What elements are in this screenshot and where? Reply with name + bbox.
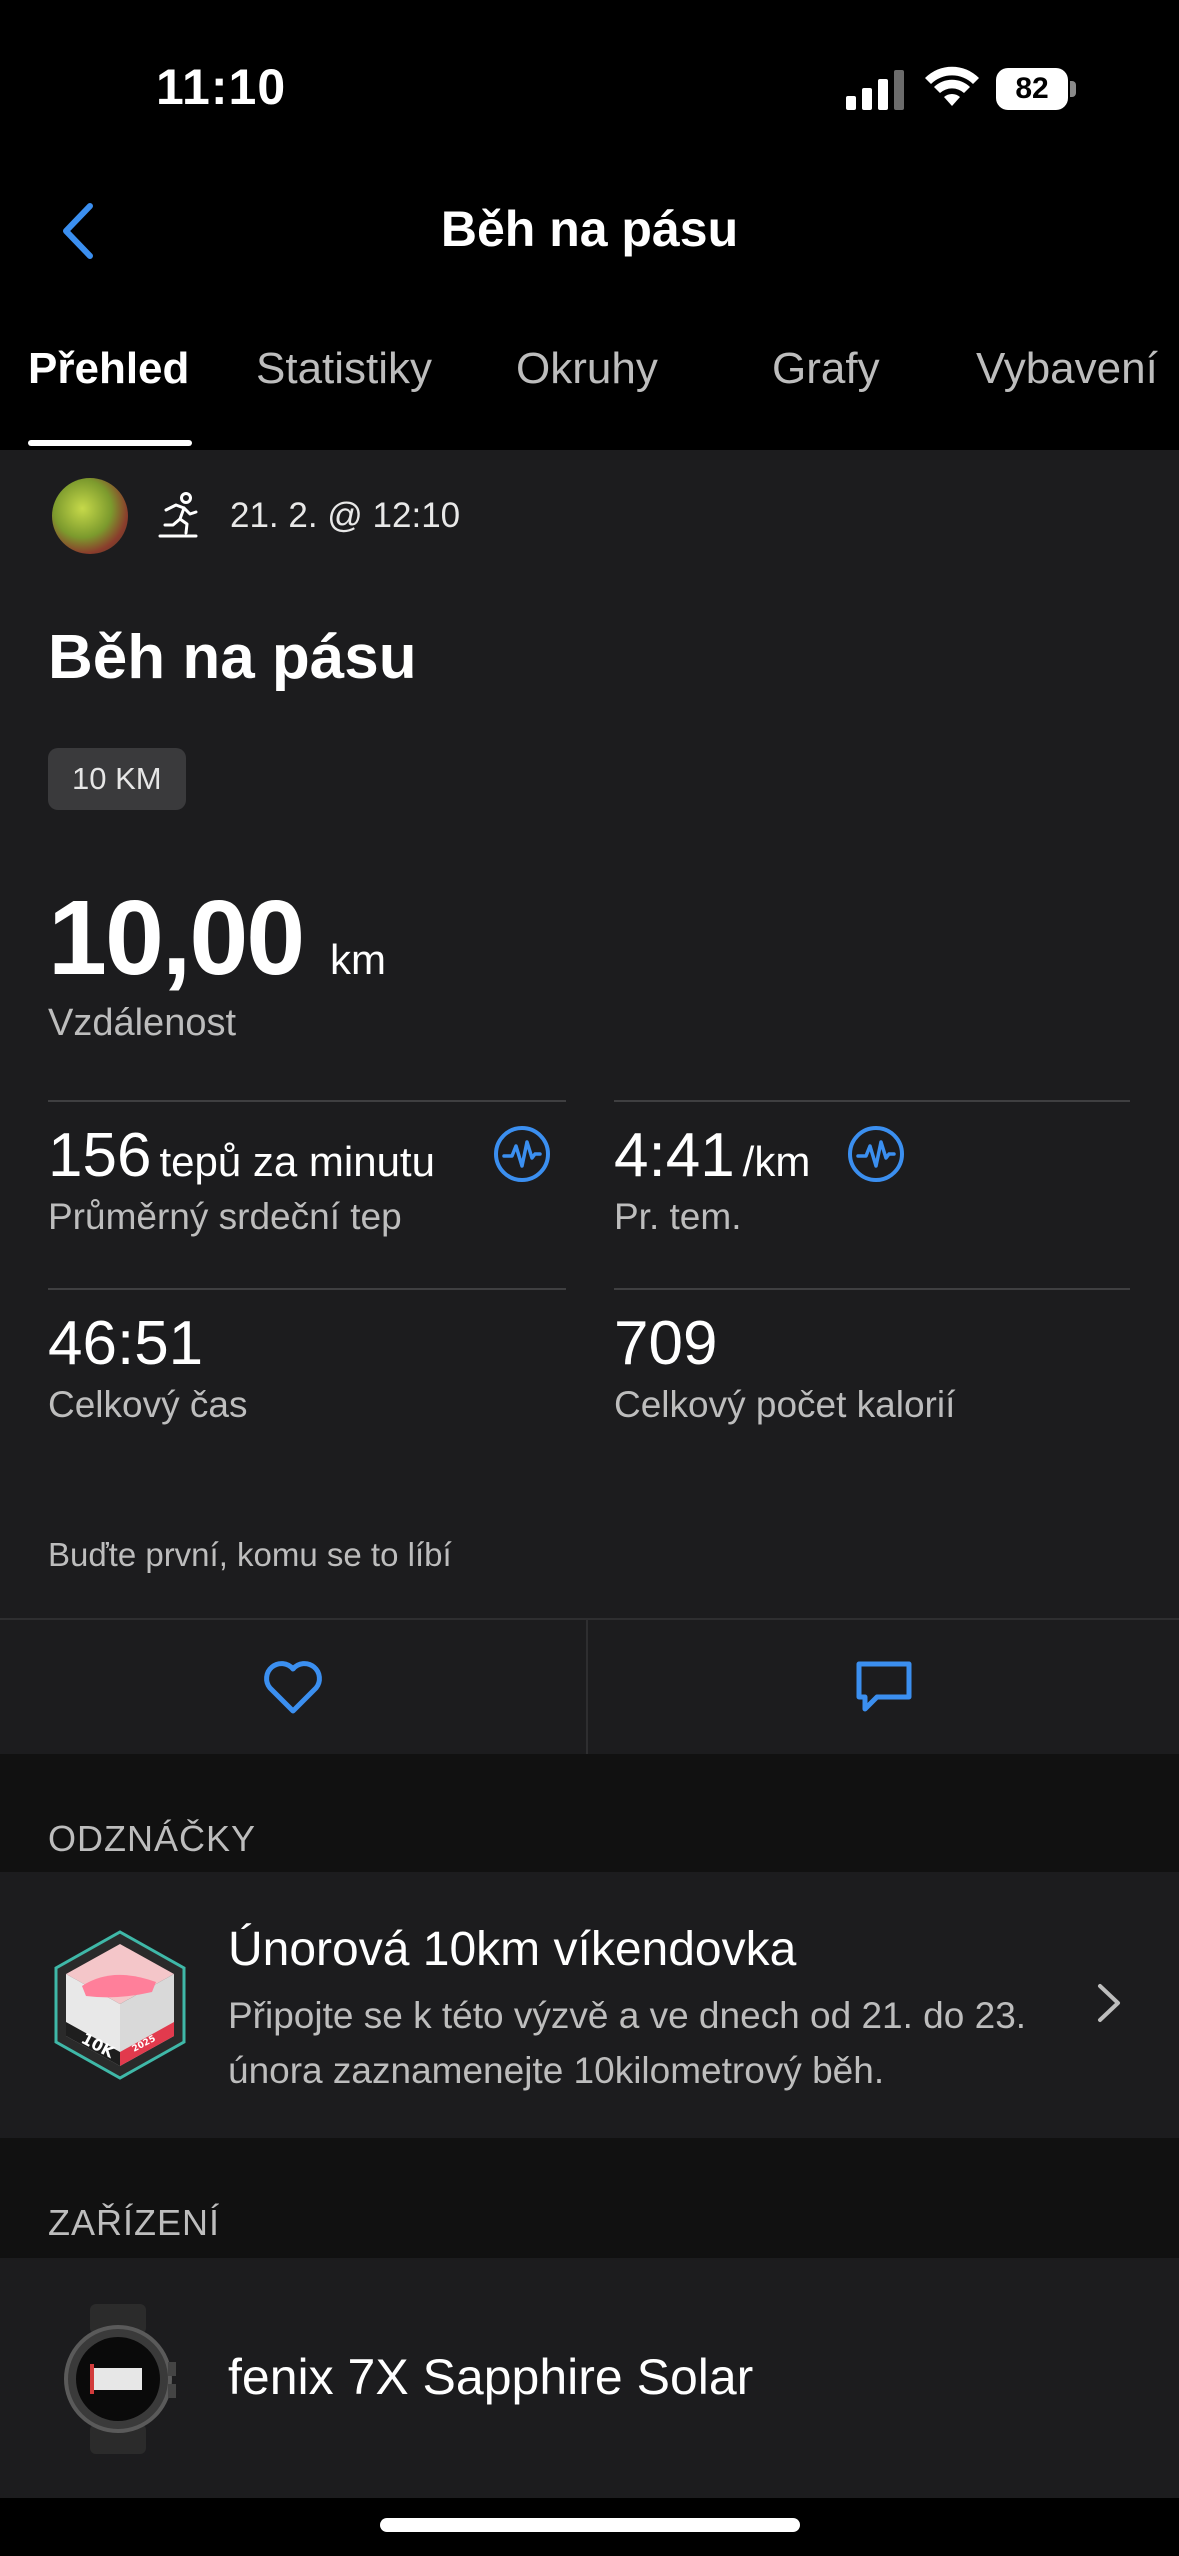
divider (614, 1100, 1130, 1102)
distance-label: Vzdálenost (48, 1002, 237, 1044)
badges-section-header-bg: ODZNÁČKY (0, 1754, 1179, 1872)
tab-graphs[interactable]: Grafy (772, 344, 880, 394)
pace-graph-icon[interactable] (846, 1124, 906, 1184)
badges-section-header: ODZNÁČKY (48, 1818, 257, 1859)
device-list-item[interactable]: fenix 7X Sapphire Solar (0, 2258, 1179, 2498)
like-button[interactable] (0, 1620, 588, 1754)
activity-date: 21. 2. @ 12:10 (230, 496, 461, 535)
watch-icon (64, 2304, 176, 2454)
distance-unit: km (330, 936, 386, 983)
divider (48, 1100, 566, 1102)
nav-header: Běh na pásu (0, 170, 1179, 300)
status-time: 11:10 (156, 59, 287, 115)
comment-button[interactable] (590, 1620, 1178, 1754)
comment-icon (856, 1661, 912, 1712)
heart-rate-value: 156 (48, 1121, 152, 1190)
total-time-label: Celkový čas (48, 1384, 248, 1425)
heart-rate-unit: tepů za minutu (159, 1138, 435, 1185)
activity-title: Běh na pásu (48, 623, 417, 692)
total-time-value: 46:51 (48, 1309, 204, 1378)
home-indicator[interactable] (380, 2518, 800, 2532)
devices-section-header: ZAŘÍZENÍ (48, 2202, 221, 2243)
cellular-signal-icon (846, 70, 904, 110)
action-bar (0, 1618, 1179, 1754)
tab-overview[interactable]: Přehled (28, 344, 189, 394)
pace-value: 4:41 (614, 1121, 735, 1190)
pace-unit: /km (742, 1138, 811, 1185)
device-name: fenix 7X Sapphire Solar (228, 2349, 754, 2405)
heart-rate-graph-icon[interactable] (492, 1124, 552, 1184)
battery-level: 82 (1015, 72, 1049, 105)
badge-title: Únorová 10km víkendovka (228, 1923, 797, 1976)
wifi-icon (925, 66, 979, 106)
tab-bar: Přehled Statistiky Okruhy Grafy Vybavení (0, 300, 1179, 450)
badge-description: Připojte se k této výzvě a ve dnech od 2… (228, 1995, 1027, 2091)
avatar[interactable] (52, 478, 128, 554)
heart-rate-label: Průměrný srdeční tep (48, 1196, 402, 1237)
divider (48, 1288, 566, 1290)
distance-tag: 10 KM (48, 748, 186, 810)
badge-list-item[interactable]: 10K 2025 Únorová 10km víkendovka Připojt… (0, 1872, 1179, 2138)
calories-value: 709 (614, 1309, 718, 1378)
battery-icon: 82 (996, 68, 1076, 110)
heart-icon (264, 1661, 322, 1714)
calories-label: Celkový počet kalorií (614, 1384, 956, 1425)
likes-text: Buďte první, komu se to líbí (48, 1536, 452, 1573)
tab-gear[interactable]: Vybavení (976, 344, 1158, 394)
divider (614, 1288, 1130, 1290)
treadmill-run-icon (158, 492, 198, 538)
pace-stat: 4:41/km (614, 1120, 810, 1191)
heart-rate-stat: 156 tepů za minutu (48, 1120, 435, 1191)
challenge-badge-image: 10K 2025 (54, 1930, 186, 2080)
active-tab-indicator (28, 440, 192, 446)
page-title: Běh na pásu (440, 201, 739, 257)
tab-statistics[interactable]: Statistiky (256, 344, 432, 394)
status-bar: 11:10 82 (0, 0, 1179, 170)
tab-laps[interactable]: Okruhy (516, 344, 658, 394)
pace-label: Pr. tem. (614, 1196, 742, 1237)
chevron-right-icon (1098, 1984, 1120, 2022)
devices-section-header-bg: ZAŘÍZENÍ (0, 2138, 1179, 2258)
activity-summary-card: 21. 2. @ 12:10 Běh na pásu 10 KM 10,00 k… (0, 450, 1179, 1754)
distance-value: 10,00 (48, 879, 305, 997)
